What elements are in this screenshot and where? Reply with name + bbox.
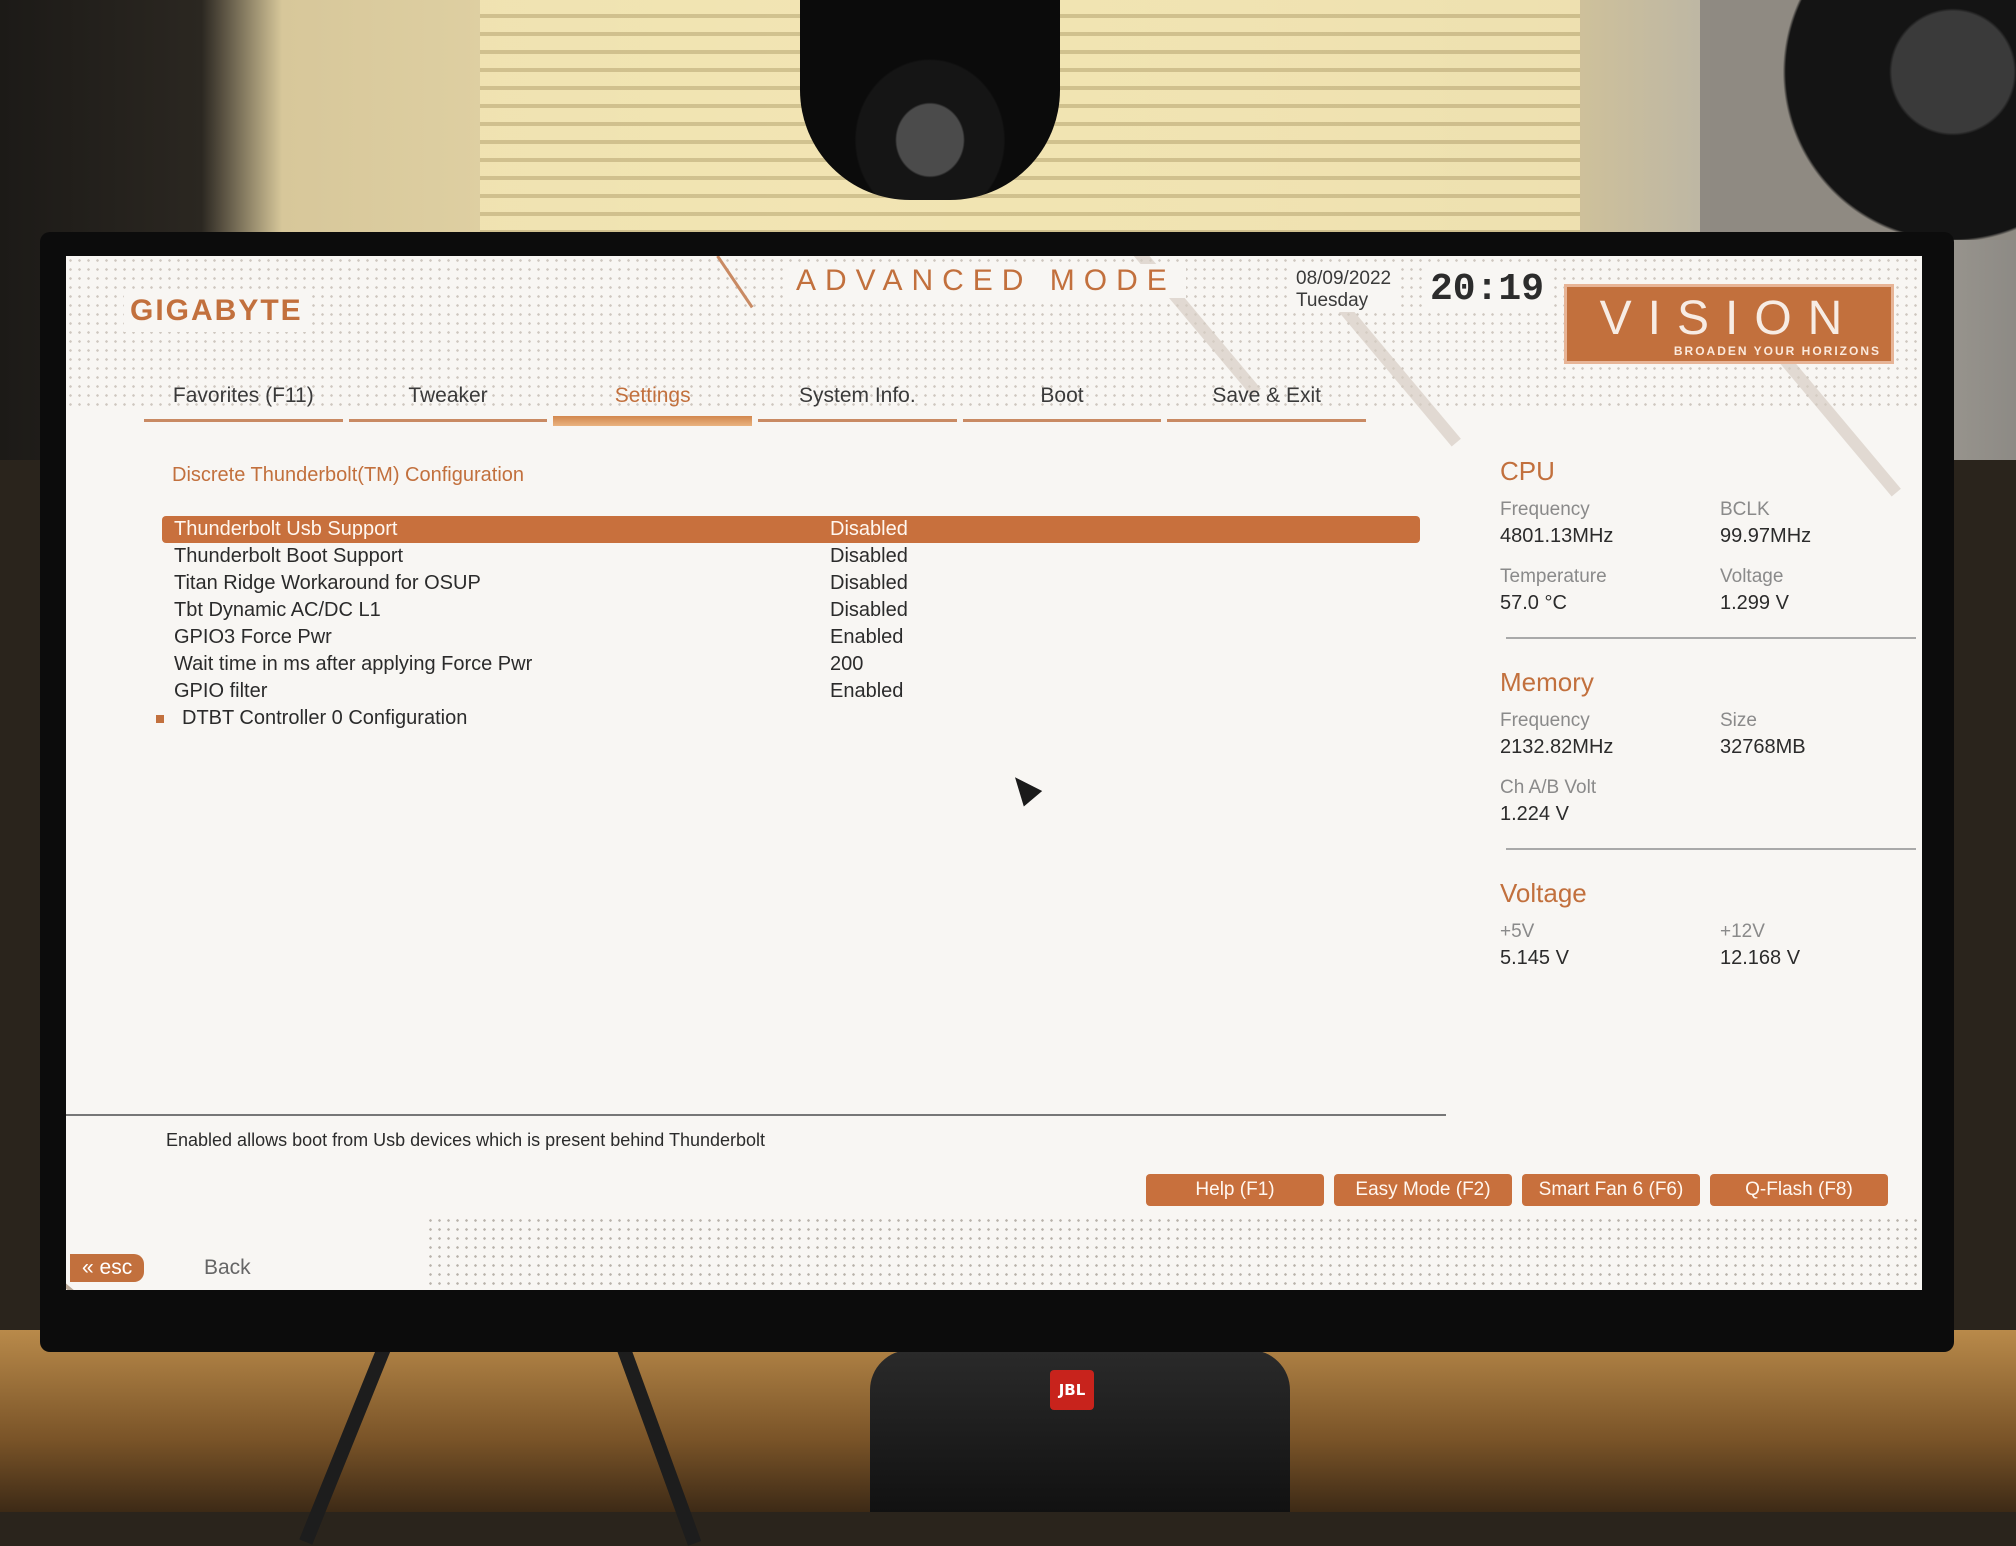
info-divider [1506,637,1916,639]
tab-tweaker[interactable]: Tweaker [348,376,548,422]
submenu-bullet-icon [156,715,164,723]
section-title: Discrete Thunderbolt(TM) Configuration [172,464,525,486]
vision-tagline: BROADEN YOUR HORIZONS [1673,344,1881,358]
voltage-12v-value: 12.168 V [1720,947,1801,969]
setting-label: GPIO3 Force Pwr [174,626,332,648]
cpu-title: CPU [1500,456,1555,486]
memory-frequency-label: Frequency [1500,710,1590,731]
setting-value: Disabled [830,518,908,540]
memory-volt-value: 1.224 V [1500,803,1569,825]
setting-label: DTBT Controller 0 Configuration [182,707,468,729]
mouse-pointer-icon [1005,769,1043,807]
cpu-temperature-label: Temperature [1500,566,1607,587]
setting-gpio3-force-pwr[interactable]: GPIO3 Force Pwr Enabled [162,624,1490,651]
vision-word: VISION [1599,292,1859,345]
esc-button[interactable]: « esc [70,1254,145,1282]
info-divider [1506,848,1916,850]
memory-title: Memory [1500,667,1594,697]
cpu-frequency-label: Frequency [1500,499,1590,520]
cpu-temperature-value: 57.0 °C [1500,592,1567,614]
tab-save-exit[interactable]: Save & Exit [1167,376,1366,422]
smart-fan-button[interactable]: Smart Fan 6 (F6) [1522,1174,1700,1206]
cpu-voltage-label: Voltage [1720,566,1784,587]
memory-size-value: 32768MB [1720,736,1806,758]
cpu-bclk-value: 99.97MHz [1720,525,1812,547]
voltage-info: +5V +12V 5.145 V 12.168 V [1500,921,1920,984]
voltage-5v-value: 5.145 V [1500,947,1569,969]
jbl-logo: JBL [1050,1370,1094,1410]
date-value: 08/09/2022 [1296,268,1392,289]
cpu-frequency-value: 4801.13MHz [1500,525,1614,547]
setting-gpio-filter[interactable]: GPIO filter Enabled [162,678,1490,705]
voltage-title: Voltage [1500,878,1587,908]
setting-value: Disabled [830,572,908,594]
help-divider [66,1114,1446,1116]
setting-label: GPIO filter [174,680,268,702]
esc-label: esc [99,1256,133,1279]
memory-size-label: Size [1720,710,1757,731]
voltage-5v-label: +5V [1500,921,1535,942]
tab-boot[interactable]: Boot [962,376,1162,422]
settings-list: Thunderbolt Usb Support Disabled Thunder… [156,516,1490,732]
date-display: 08/09/2022 Tuesday [1292,268,1396,312]
setting-wait-time[interactable]: Wait time in ms after applying Force Pwr… [162,651,1490,678]
footer-pattern [426,1216,1922,1290]
voltage-12v-label: +12V [1720,921,1765,942]
back-label: Back [204,1256,251,1279]
mode-title: ADVANCED MODE [786,264,1186,298]
setting-value: 200 [830,653,864,675]
main-tabs: Favorites (F11) Tweaker Settings System … [144,376,1366,426]
setting-value: Disabled [830,599,908,621]
setting-tbt-dynamic-acdc[interactable]: Tbt Dynamic AC/DC L1 Disabled [162,597,1490,624]
weekday-value: Tuesday [1296,290,1369,311]
setting-label: Wait time in ms after applying Force Pwr [174,653,533,675]
vision-logo: VISION BROADEN YOUR HORIZONS [1564,284,1894,364]
setting-titan-ridge-workaround[interactable]: Titan Ridge Workaround for OSUP Disabled [162,570,1490,597]
hardware-monitor-panel: CPU Frequency BCLK 4801.13MHz 99.97MHz T… [1500,456,1920,984]
help-button[interactable]: Help (F1) [1146,1174,1324,1206]
memory-frequency-value: 2132.82MHz [1500,736,1614,758]
setting-label: Tbt Dynamic AC/DC L1 [174,599,381,621]
setting-value: Disabled [830,545,908,567]
easy-mode-button[interactable]: Easy Mode (F2) [1334,1174,1512,1206]
camera-lens [800,0,1060,200]
empty-cell [1720,777,1920,799]
q-flash-button[interactable]: Q-Flash (F8) [1710,1174,1888,1206]
help-text: Enabled allows boot from Usb devices whi… [166,1130,766,1150]
camera-right [1700,0,2016,240]
setting-label: Thunderbolt Usb Support [174,518,398,540]
function-buttons: Help (F1) Easy Mode (F2) Smart Fan 6 (F6… [1146,1174,1888,1206]
setting-value: Enabled [830,680,904,702]
setting-value: Enabled [830,626,904,648]
gigabyte-logo: GIGABYTE [124,290,309,332]
setting-thunderbolt-boot-support[interactable]: Thunderbolt Boot Support Disabled [162,543,1490,570]
tab-system-info[interactable]: System Info. [758,376,957,422]
cpu-voltage-value: 1.299 V [1720,592,1789,614]
memory-volt-label: Ch A/B Volt [1500,777,1597,798]
bios-screen: GIGABYTE ADVANCED MODE 08/09/2022 Tuesda… [66,256,1922,1290]
empty-cell [1720,803,1920,826]
cpu-info: Frequency BCLK 4801.13MHz 99.97MHz Tempe… [1500,499,1920,629]
cpu-bclk-label: BCLK [1720,499,1770,520]
setting-label: Thunderbolt Boot Support [174,545,404,567]
setting-thunderbolt-usb-support[interactable]: Thunderbolt Usb Support Disabled [162,516,1420,543]
submenu-dtbt-controller-0[interactable]: DTBT Controller 0 Configuration [156,705,1490,732]
tab-favorites[interactable]: Favorites (F11) [144,376,343,422]
setting-label: Titan Ridge Workaround for OSUP [174,572,481,594]
tab-settings[interactable]: Settings [553,376,752,426]
clock: 20:19 [1426,268,1549,311]
memory-info: Frequency Size 2132.82MHz 32768MB Ch A/B… [1500,710,1920,840]
